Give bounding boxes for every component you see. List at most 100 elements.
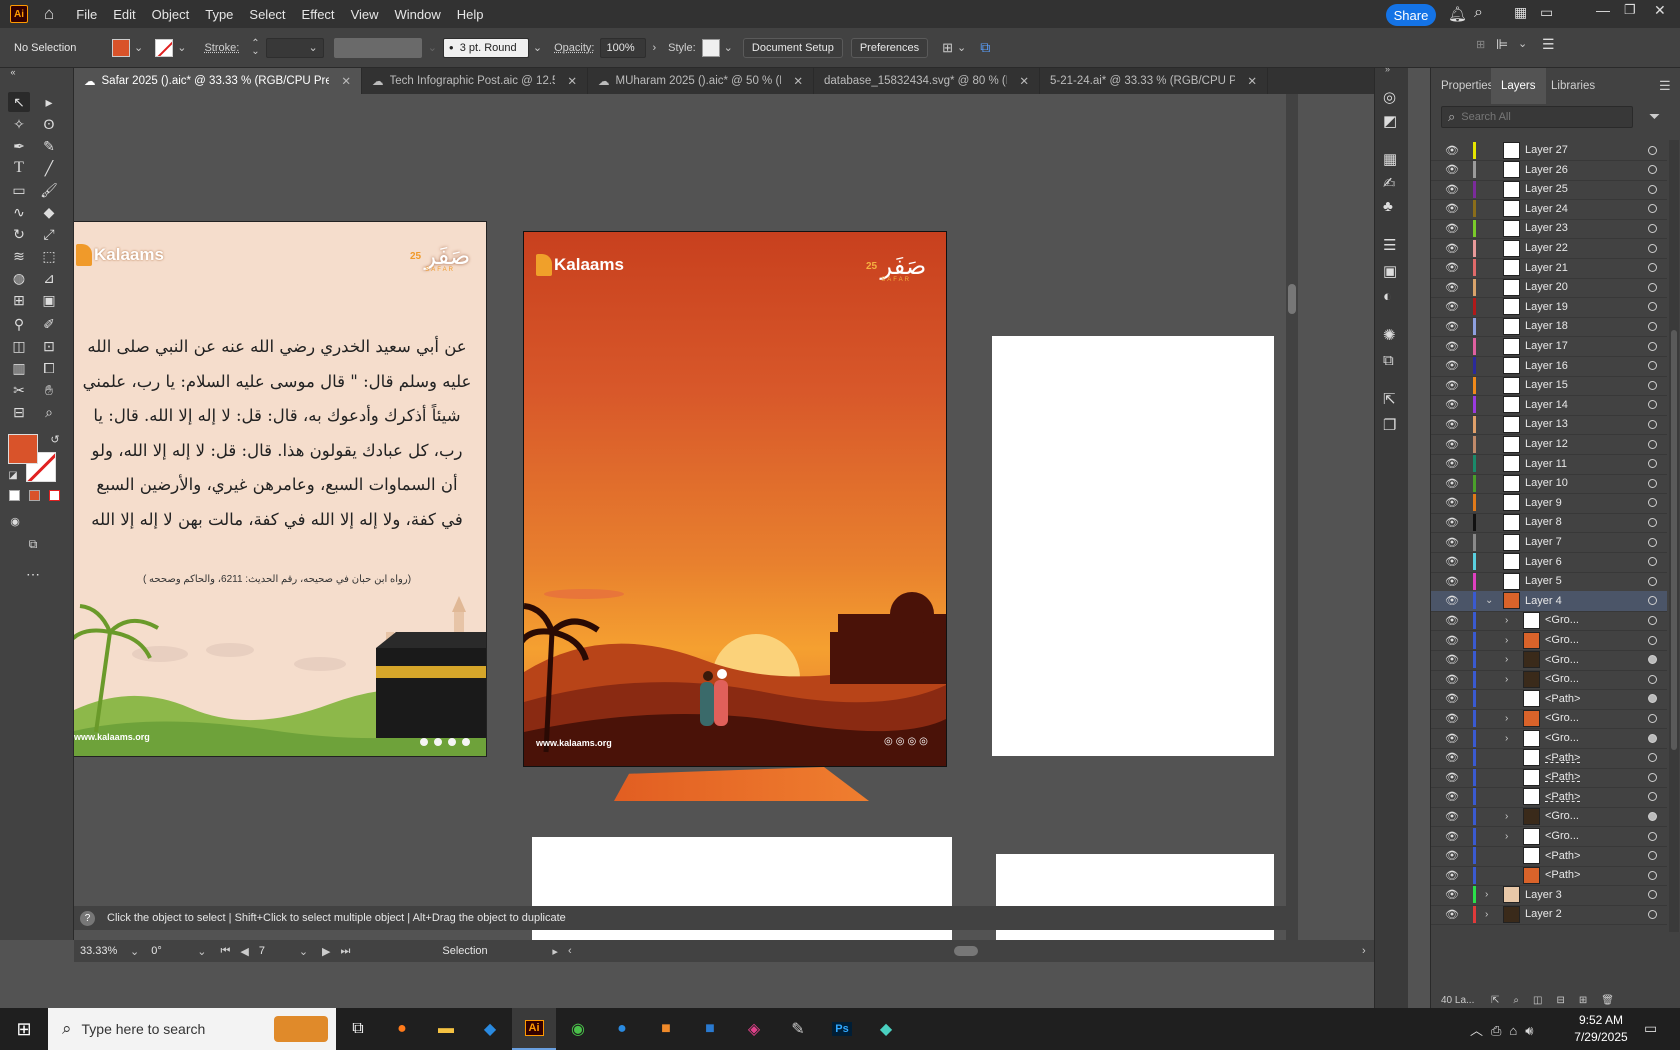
appearance-icon[interactable]: ◎ xyxy=(1383,88,1396,106)
layer-row[interactable]: 👁︎ Layer 15 xyxy=(1431,375,1667,397)
eye-icon[interactable]: 👁︎ xyxy=(1445,673,1459,686)
image-trace-icon[interactable]: ◩ xyxy=(1383,112,1397,130)
brush-definition[interactable]: ● 3 pt. Round xyxy=(442,37,529,58)
firefox-icon[interactable]: ● xyxy=(380,1008,424,1050)
eye-icon[interactable]: 👁︎ xyxy=(1445,849,1459,862)
search-icon[interactable]: ⌕ xyxy=(1474,4,1483,22)
artboards-icon[interactable]: ❐ xyxy=(1383,416,1396,434)
opacity-field[interactable]: 100% xyxy=(600,37,647,58)
hand-tool-icon[interactable]: ✋︎ xyxy=(38,380,60,400)
layer-row[interactable]: 👁︎ Layer 26 xyxy=(1431,160,1667,181)
target-icon[interactable] xyxy=(1648,302,1657,312)
layer-row[interactable]: 👁︎ › <Gro... xyxy=(1431,806,1667,828)
minimize-icon[interactable]: — xyxy=(1596,2,1610,18)
type-tool-icon[interactable]: T xyxy=(8,158,30,178)
layer-name[interactable]: Layer 26 xyxy=(1525,164,1568,176)
document-tab[interactable]: 5-21-24.ai* @ 33.33 % (RGB/CPU Previ... ✕ xyxy=(1040,68,1268,94)
eye-icon[interactable]: 👁︎ xyxy=(1445,340,1459,353)
target-icon[interactable] xyxy=(1648,792,1657,802)
chevron-right-icon[interactable]: › xyxy=(1505,635,1508,646)
layer-name[interactable]: <Path> xyxy=(1545,791,1580,803)
layer-name[interactable]: <Path> xyxy=(1545,693,1580,705)
eye-icon[interactable]: 👁︎ xyxy=(1445,536,1459,549)
target-icon[interactable] xyxy=(1648,870,1657,880)
menu-select[interactable]: Select xyxy=(241,7,293,22)
asset-export-icon[interactable]: ⧉ xyxy=(1383,352,1394,369)
stroke-icon[interactable]: ☰ xyxy=(1383,236,1396,254)
menu-object[interactable]: Object xyxy=(144,7,198,22)
artboard-blank-1[interactable] xyxy=(992,336,1274,756)
collapse-icon[interactable]: « xyxy=(2,62,24,82)
chevron-right-icon[interactable]: › xyxy=(1505,811,1508,822)
layer-name[interactable]: Layer 5 xyxy=(1525,575,1562,587)
layer-row[interactable]: 👁︎ Layer 23 xyxy=(1431,218,1667,240)
eye-icon[interactable]: 👁︎ xyxy=(1445,320,1459,333)
direct-selection-tool-icon[interactable]: ▸ xyxy=(38,92,60,112)
layer-row[interactable]: 👁︎ › <Gro... xyxy=(1431,669,1667,691)
graph-tool-icon[interactable]: ▥ xyxy=(8,358,30,378)
eye-icon[interactable]: 👁︎ xyxy=(1445,751,1459,764)
pen-app-icon[interactable]: ✎ xyxy=(776,1008,820,1050)
eye-icon[interactable]: 👁︎ xyxy=(1445,398,1459,411)
chevron-right-icon[interactable]: › xyxy=(1505,615,1508,626)
eye-icon[interactable]: 👁︎ xyxy=(1445,614,1459,627)
eraser-tool-icon[interactable]: ◆ xyxy=(38,202,60,222)
layer-row[interactable]: 👁︎ › <Gro... xyxy=(1431,630,1667,651)
layer-row[interactable]: 👁︎ Layer 20 xyxy=(1431,277,1667,299)
layer-name[interactable]: <Gro... xyxy=(1545,614,1579,626)
eye-icon[interactable]: 👁︎ xyxy=(1445,555,1459,568)
target-icon[interactable] xyxy=(1648,674,1657,684)
layer-name[interactable]: <Gro... xyxy=(1545,673,1579,685)
layer-name[interactable]: Layer 6 xyxy=(1525,556,1562,568)
menu-edit[interactable]: Edit xyxy=(105,7,143,22)
target-icon[interactable] xyxy=(1648,733,1657,743)
close-icon[interactable]: ✕ xyxy=(1019,74,1029,88)
eye-icon[interactable]: 👁︎ xyxy=(1445,183,1459,196)
layer-row[interactable]: 👁︎ ⌄ Layer 4 xyxy=(1431,590,1667,612)
document-tab[interactable]: database_15832434.svg* @ 80 % (RGB... ✕ xyxy=(814,68,1040,94)
chevron-down-icon[interactable]: ⌄ xyxy=(134,41,143,54)
layer-row[interactable]: 👁︎ Layer 6 xyxy=(1431,552,1667,573)
scale-tool-icon[interactable]: ⤢ xyxy=(38,224,60,244)
layer-row[interactable]: 👁︎ Layer 10 xyxy=(1431,473,1667,495)
menu-icon[interactable]: ☰ xyxy=(1542,36,1555,53)
target-icon[interactable] xyxy=(1648,831,1657,841)
more-tools-icon[interactable]: ⋯ xyxy=(22,564,44,584)
layer-row[interactable]: 👁︎ › <Gro... xyxy=(1431,610,1667,632)
layer-row[interactable]: 👁︎ Layer 27 xyxy=(1431,140,1667,161)
help-icon[interactable]: ? xyxy=(80,910,95,926)
line-tool-icon[interactable]: ╱ xyxy=(38,158,60,178)
eye-icon[interactable]: 👁︎ xyxy=(1445,163,1459,176)
target-icon[interactable] xyxy=(1648,890,1657,900)
graphic-styles-icon[interactable]: ✺ xyxy=(1383,326,1396,344)
target-icon[interactable] xyxy=(1648,596,1657,606)
stroke-weight-field[interactable]: ⌄ xyxy=(265,37,324,58)
layer-row[interactable]: 👁︎ Layer 21 xyxy=(1431,258,1667,279)
layer-name[interactable]: Layer 27 xyxy=(1525,144,1568,156)
eye-icon[interactable]: 👁︎ xyxy=(1445,653,1459,666)
first-artboard-icon[interactable]: ⏮ xyxy=(220,945,230,958)
target-icon[interactable] xyxy=(1648,713,1657,723)
layer-row[interactable]: 👁︎ › <Gro... xyxy=(1431,650,1667,671)
layer-row[interactable]: 👁︎ Layer 18 xyxy=(1431,316,1667,338)
menu-view[interactable]: View xyxy=(343,7,387,22)
target-icon[interactable] xyxy=(1648,517,1657,527)
chevron-right-icon[interactable]: › xyxy=(1362,945,1366,957)
zoom-tool-icon[interactable]: ⌕ xyxy=(38,402,60,422)
eye-icon[interactable]: 👁︎ xyxy=(1445,908,1459,921)
layer-name[interactable]: Layer 15 xyxy=(1525,379,1568,391)
export-icon[interactable]: ⇱ xyxy=(1383,390,1396,408)
magic-wand-tool-icon[interactable]: ✧ xyxy=(8,114,30,134)
eye-icon[interactable]: 👁︎ xyxy=(1445,516,1459,529)
chevron-right-icon[interactable]: › xyxy=(1485,889,1488,900)
menu-effect[interactable]: Effect xyxy=(294,7,343,22)
close-icon[interactable]: ✕ xyxy=(567,74,577,88)
brushes-icon[interactable]: ✍︎ xyxy=(1383,174,1396,192)
eye-icon[interactable]: 👁︎ xyxy=(1445,202,1459,215)
target-icon[interactable] xyxy=(1648,635,1657,645)
target-icon[interactable] xyxy=(1648,615,1657,625)
target-icon[interactable] xyxy=(1648,772,1657,782)
layer-row[interactable]: 👁︎ Layer 13 xyxy=(1431,414,1667,436)
close-icon[interactable]: ✕ xyxy=(793,74,803,88)
paintbrush-tool-icon[interactable]: 🖌︎ xyxy=(38,180,60,200)
